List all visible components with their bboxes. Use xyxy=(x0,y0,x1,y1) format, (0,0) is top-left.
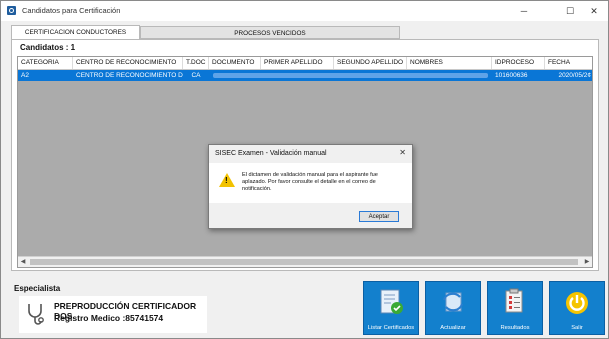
certificate-list-icon xyxy=(380,289,403,314)
dialog-body: ! El dictamen de validación manual para … xyxy=(209,163,412,203)
cell-idproceso: 101600636 xyxy=(495,72,528,79)
list-certificates-button[interactable]: Listar Certificados xyxy=(363,281,419,335)
column-header-categoria[interactable]: CATEGORIA xyxy=(18,57,73,69)
main-window: Candidatos para Certificación ─ ☐ ✕ CERT… xyxy=(0,0,609,339)
candidates-count: Candidatos : 1 xyxy=(20,43,76,52)
table-row[interactable]: A2 CENTRO DE RECONOCIMIENTO DE ... CA 10… xyxy=(18,70,592,81)
refresh-icon xyxy=(442,292,464,312)
cell-fecha: 2020/05/2¢ xyxy=(558,72,591,79)
results-button[interactable]: Resultados xyxy=(487,281,543,335)
redacted-personal-data xyxy=(213,73,488,78)
power-icon xyxy=(566,292,588,314)
exit-button[interactable]: Salir xyxy=(549,281,605,335)
column-header-fecha[interactable]: FECHA xyxy=(545,57,592,69)
exit-label: Salir xyxy=(571,325,583,331)
app-icon xyxy=(7,6,16,15)
results-label: Resultados xyxy=(500,325,530,331)
scroll-right-icon[interactable]: ▶ xyxy=(582,257,592,267)
grid-header: CATEGORIA CENTRO DE RECONOCIMIENTO T.DOC… xyxy=(18,57,592,70)
list-certificates-label: Listar Certificados xyxy=(367,325,415,331)
tab-procesos-vencidos[interactable]: PROCESOS VENCIDOS xyxy=(140,26,400,39)
specialist-registry: Registro Medico :85741574 xyxy=(54,313,164,323)
results-icon xyxy=(505,288,523,313)
refresh-button[interactable]: Actualizar xyxy=(425,281,481,335)
close-button[interactable]: ✕ xyxy=(581,3,607,19)
column-header-idproceso[interactable]: IDPROCESO xyxy=(492,57,545,69)
specialist-label: Especialista xyxy=(14,284,61,293)
cell-centro: CENTRO DE RECONOCIMIENTO DE ... xyxy=(76,72,183,79)
tab-strip: CERTIFICACION CONDUCTORES PROCESOS VENCI… xyxy=(11,25,599,39)
column-header-segundo-apellido[interactable]: SEGUNDO APELLIDO xyxy=(334,57,407,69)
dialog-close-button[interactable]: ✕ xyxy=(399,148,406,157)
stethoscope-icon xyxy=(28,304,44,325)
dialog-message: El dictamen de validación manual para el… xyxy=(242,172,378,192)
cell-categoria: A2 xyxy=(21,72,29,79)
column-header-primer-apellido[interactable]: PRIMER APELLIDO xyxy=(261,57,334,69)
maximize-button[interactable]: ☐ xyxy=(557,3,583,19)
minimize-button[interactable]: ─ xyxy=(511,3,537,19)
window-title: Candidatos para Certificación xyxy=(22,6,121,15)
dialog-title: SISEC Examen - Validación manual xyxy=(215,150,327,157)
validation-dialog: SISEC Examen - Validación manual ✕ ! El … xyxy=(208,144,413,229)
bottom-bar: Especialista PREPRODUCCIÓN CERTIFICADOR … xyxy=(1,276,608,338)
tab-certificacion-conductores[interactable]: CERTIFICACION CONDUCTORES xyxy=(11,25,140,39)
column-header-documento[interactable]: DOCUMENTO xyxy=(209,57,261,69)
horizontal-scrollbar[interactable]: ◀ ▶ xyxy=(18,256,592,267)
title-bar: Candidatos para Certificación ─ ☐ ✕ xyxy=(1,1,608,21)
column-header-nombres[interactable]: NOMBRES xyxy=(407,57,492,69)
scrollbar-thumb[interactable] xyxy=(30,259,578,265)
column-header-tdoc[interactable]: T.DOC xyxy=(183,57,209,69)
specialist-card: PREPRODUCCIÓN CERTIFICADOR DOS Registro … xyxy=(19,296,207,333)
column-header-centro[interactable]: CENTRO DE RECONOCIMIENTO xyxy=(73,57,183,69)
accept-button[interactable]: Aceptar xyxy=(359,211,399,222)
scroll-left-icon[interactable]: ◀ xyxy=(18,257,28,267)
refresh-label: Actualizar xyxy=(440,325,466,331)
warning-exclamation: ! xyxy=(225,176,228,185)
cell-tdoc: CA xyxy=(191,72,201,79)
